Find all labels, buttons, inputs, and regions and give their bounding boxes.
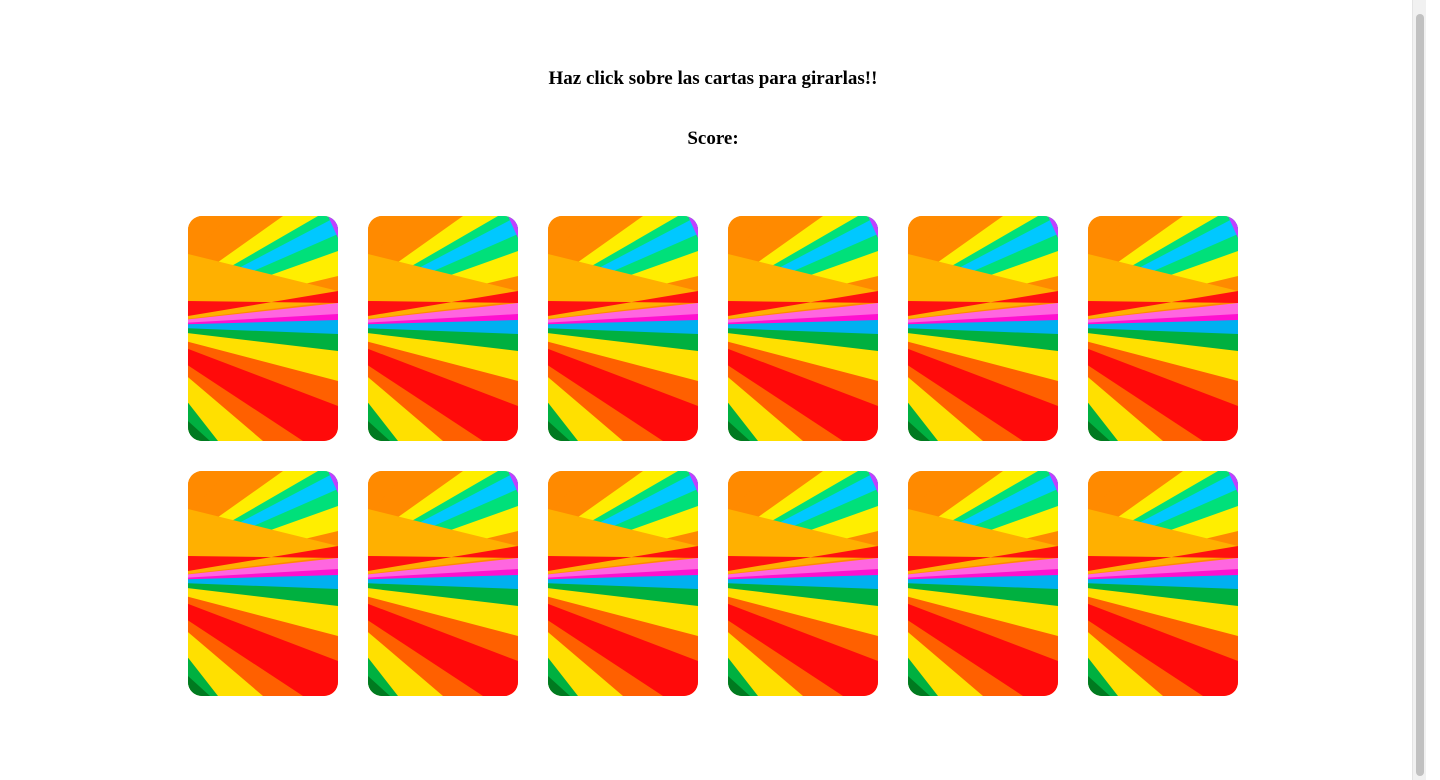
card-back-pattern <box>908 471 1058 696</box>
score-label: Score: <box>687 128 739 149</box>
card-back-pattern <box>188 471 338 696</box>
card-back-pattern <box>188 216 338 441</box>
memory-card[interactable] <box>1088 216 1238 441</box>
memory-card[interactable] <box>908 216 1058 441</box>
memory-card[interactable] <box>368 216 518 441</box>
card-back-pattern <box>368 216 518 441</box>
memory-card[interactable] <box>728 471 878 696</box>
card-back-pattern <box>548 216 698 441</box>
card-board <box>188 216 1238 696</box>
card-back-pattern <box>728 216 878 441</box>
vertical-scrollbar[interactable] <box>1412 0 1426 780</box>
card-back-pattern <box>908 216 1058 441</box>
card-back-pattern <box>1088 471 1238 696</box>
memory-card[interactable] <box>548 216 698 441</box>
card-back-pattern <box>1088 216 1238 441</box>
card-back-pattern <box>368 471 518 696</box>
memory-card[interactable] <box>1088 471 1238 696</box>
memory-card[interactable] <box>908 471 1058 696</box>
scrollbar-thumb[interactable] <box>1416 14 1424 776</box>
memory-card[interactable] <box>188 216 338 441</box>
card-back-pattern <box>548 471 698 696</box>
card-back-pattern <box>728 471 878 696</box>
memory-card[interactable] <box>728 216 878 441</box>
score-display: Score: <box>0 128 1426 150</box>
memory-card[interactable] <box>188 471 338 696</box>
memory-game-page: Haz click sobre las cartas para girarlas… <box>0 0 1426 780</box>
memory-card[interactable] <box>548 471 698 696</box>
memory-card[interactable] <box>368 471 518 696</box>
instructions-heading: Haz click sobre las cartas para girarlas… <box>548 68 878 89</box>
